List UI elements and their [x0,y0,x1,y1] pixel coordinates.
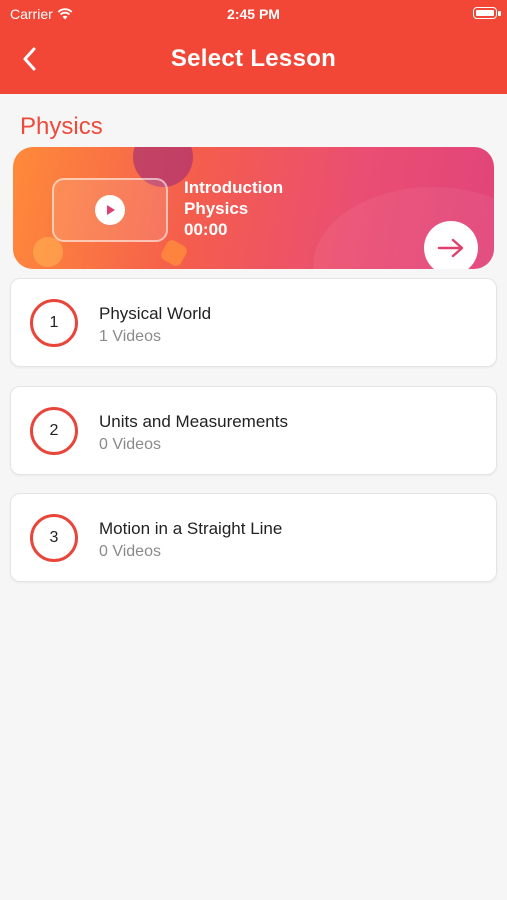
lesson-number: 1 [30,299,78,347]
battery-icon [473,7,497,19]
banner-title: Introduction [184,178,284,197]
lesson-video-count: 0 Videos [99,436,161,453]
lesson-number: 3 [30,514,78,562]
app-header: Carrier 2:45 PM Select Lesson [0,0,507,94]
lesson-card[interactable]: 2 Units and Measurements 0 Videos [10,386,497,475]
lesson-name: Physical World [99,304,212,323]
video-thumbnail[interactable] [52,178,168,242]
section-title: Physics [20,113,103,140]
banner-text: Introduction Physics 00:00 [184,177,283,240]
arrow-right-icon [437,238,464,258]
lesson-card[interactable]: 3 Motion in a Straight Line 0 Videos [10,493,497,582]
lesson-video-count: 1 Videos [99,328,161,345]
lesson-name: Motion in a Straight Line [99,519,283,538]
next-button[interactable] [424,221,478,269]
play-icon [95,195,125,225]
battery-tip [498,11,501,16]
decor-shape [33,237,63,267]
banner-duration: 00:00 [184,220,228,239]
status-time: 2:45 PM [227,6,280,22]
status-bar: Carrier 2:45 PM [0,0,507,28]
lesson-name: Units and Measurements [99,412,288,431]
lesson-card[interactable]: 1 Physical World 1 Videos [10,278,497,367]
lesson-video-count: 0 Videos [99,543,161,560]
banner-subject: Physics [184,199,249,218]
lesson-number: 2 [30,407,78,455]
page-title: Select Lesson [170,45,337,72]
decor-shape [158,237,190,269]
intro-video-banner[interactable]: Introduction Physics 00:00 [13,147,494,269]
